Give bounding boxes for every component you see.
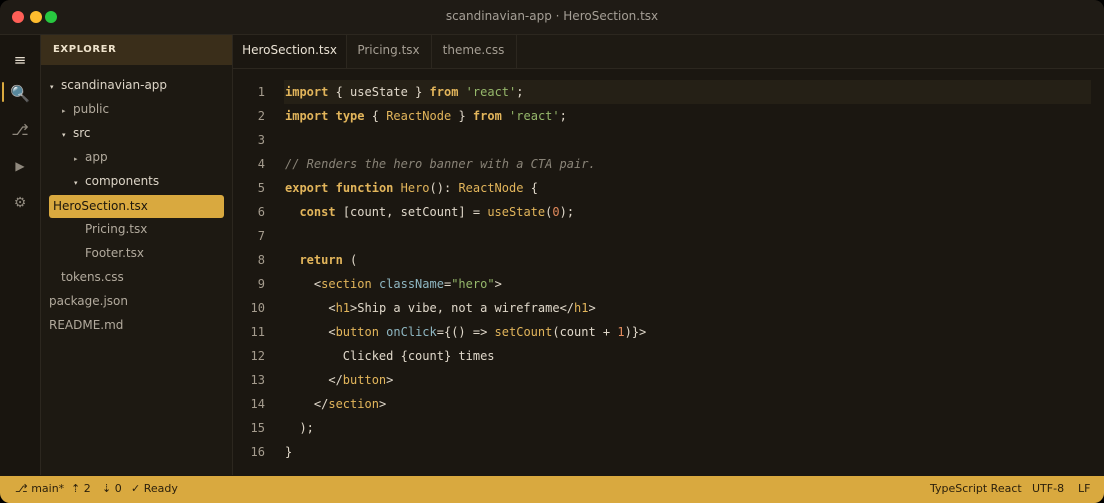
line-number: 5 xyxy=(257,181,265,195)
menu-icon[interactable]: ≡ xyxy=(0,45,40,75)
code-line: <section className="hero"> xyxy=(285,277,502,291)
code-line: export function Hero(): ReactNode { xyxy=(285,181,538,195)
tree-file-tokens[interactable]: tokens.css xyxy=(61,268,124,286)
code-line: const [count, setCount] = useState(0); xyxy=(299,205,575,219)
line-number: 10 xyxy=(250,301,265,315)
code-line: return ( xyxy=(299,253,358,267)
code-line: <button onClick={() => setCount(count + … xyxy=(285,325,647,339)
code-line: } xyxy=(285,445,293,459)
editor-window: scandinavian-app · HeroSection.tsx ≡ 🔍 ⎇… xyxy=(0,0,1104,503)
sync-ahead[interactable]: ⇡ 2 xyxy=(71,482,91,495)
tab-pricing[interactable]: Pricing.tsx xyxy=(346,35,432,68)
tree-file-herosection-selected[interactable]: HeroSection.tsx xyxy=(49,195,224,218)
sync-behind[interactable]: ⇣ 0 xyxy=(102,482,122,495)
source-control-icon[interactable]: ⎇ xyxy=(0,115,40,145)
language-mode[interactable]: TypeScript React xyxy=(930,482,1022,495)
window-title: scandinavian-app · HeroSection.tsx xyxy=(445,9,659,23)
line-number: 12 xyxy=(250,349,265,363)
tree-item-label: HeroSection.tsx xyxy=(53,199,148,213)
explorer-panel: EXPLORER ▾ scandinavian-app ▸ public ▾ src … xyxy=(41,35,233,475)
chevron-down-icon: ▾ xyxy=(62,131,66,139)
code-line: Clicked {count} times xyxy=(342,349,495,363)
chevron-down-icon: ▾ xyxy=(74,179,78,187)
code-line: ); xyxy=(285,421,314,435)
tree-file-readme[interactable]: README.md xyxy=(49,316,123,334)
explorer-header: EXPLORER xyxy=(41,35,232,65)
line-number: 15 xyxy=(250,421,265,435)
code-line: import type { ReactNode } from 'react'; xyxy=(285,109,567,123)
arrow-up-icon: ⇡ xyxy=(71,482,81,495)
tree-item-label: public xyxy=(73,102,110,116)
tree-item-label: components xyxy=(85,174,160,188)
chevron-right-icon: ▸ xyxy=(62,107,66,115)
tree-folder-components[interactable]: ▾ components xyxy=(74,172,159,190)
tab-herosection[interactable]: HeroSection.tsx xyxy=(233,35,347,68)
tree-item-label: scandinavian-app xyxy=(61,78,168,92)
line-number: 11 xyxy=(250,325,265,339)
activity-bar: ≡ 🔍 ⎇ ▶ ⚙ xyxy=(0,35,41,475)
chevron-right-icon: ▸ xyxy=(74,155,78,163)
line-number: 6 xyxy=(257,205,265,219)
settings-icon[interactable]: ⚙ xyxy=(0,188,40,218)
code-line: import { useState } from 'react'; xyxy=(285,85,524,99)
tree-file-footer[interactable]: Footer.tsx xyxy=(85,244,144,262)
line-number: 4 xyxy=(257,157,265,171)
tree-item-label: app xyxy=(85,150,108,164)
run-icon[interactable]: ▶ xyxy=(0,151,40,181)
line-number: 3 xyxy=(257,133,265,147)
line-number: 8 xyxy=(257,253,265,267)
tree-file-pricing[interactable]: Pricing.tsx xyxy=(85,220,147,238)
line-number: 1 xyxy=(257,85,265,99)
check-icon: ✓ xyxy=(131,482,141,495)
tab-theme[interactable]: theme.css xyxy=(431,35,517,68)
code-line: </section> xyxy=(285,397,387,411)
tree-item-label: src xyxy=(73,126,91,140)
chevron-down-icon: ▾ xyxy=(50,83,54,91)
code-line: <h1>Ship a vibe, not a wireframe</h1> xyxy=(285,301,596,315)
code-line: </button> xyxy=(285,373,394,387)
status-bar: ⎇ main* ⇡ 2 ⇣ 0 ✓ Ready TypeScript React… xyxy=(0,476,1104,503)
line-number: 7 xyxy=(257,229,265,243)
tree-folder-app[interactable]: ▸ app xyxy=(74,148,108,166)
search-icon[interactable]: 🔍 xyxy=(0,78,40,108)
source-control-icon: ⎇ xyxy=(15,482,28,495)
code-editor[interactable]: 1 2 3 4 5 6 7 8 9 10 11 12 13 14 15 16 i… xyxy=(233,69,1104,475)
editor-tabs: HeroSection.tsx Pricing.tsx theme.css xyxy=(233,35,1104,69)
line-number: 16 xyxy=(250,445,265,459)
line-number: 13 xyxy=(250,373,265,387)
tree-folder-root[interactable]: ▾ scandinavian-app xyxy=(50,76,167,94)
tree-folder-public[interactable]: ▸ public xyxy=(62,100,109,118)
line-number: 2 xyxy=(257,109,265,123)
line-ending[interactable]: LF xyxy=(1078,482,1090,495)
tree-file-package[interactable]: package.json xyxy=(49,292,128,310)
arrow-down-icon: ⇣ xyxy=(102,482,112,495)
explorer-title: EXPLORER xyxy=(53,44,117,55)
code-line: // Renders the hero banner with a CTA pa… xyxy=(285,157,596,171)
tree-folder-src[interactable]: ▾ src xyxy=(62,124,91,142)
branch-indicator[interactable]: ⎇ main* xyxy=(15,482,64,495)
title-bar: scandinavian-app · HeroSection.tsx xyxy=(0,0,1104,35)
status-ready: ✓ Ready xyxy=(131,482,178,495)
line-number: 9 xyxy=(257,277,265,291)
line-number: 14 xyxy=(250,397,265,411)
encoding[interactable]: UTF-8 xyxy=(1032,482,1064,495)
